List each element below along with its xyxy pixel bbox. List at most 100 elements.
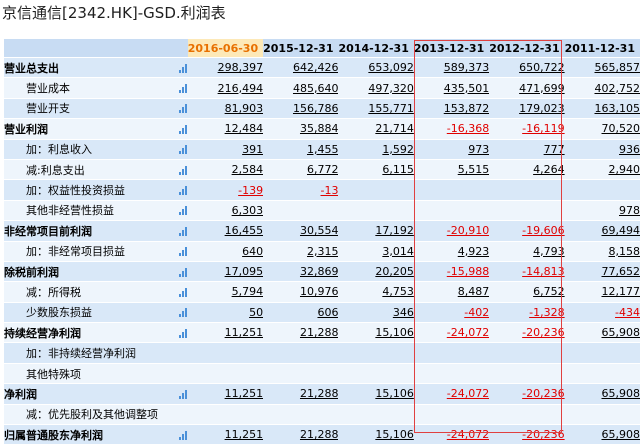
value-link[interactable]: 8,158	[609, 245, 640, 258]
value-link[interactable]: 936	[619, 143, 640, 156]
value-link[interactable]: 4,753	[382, 285, 414, 298]
column-header-2011-12-31[interactable]: 2011-12-31	[565, 39, 640, 58]
value-link[interactable]: -15,988	[447, 265, 489, 278]
value-link[interactable]: 15,106	[375, 326, 414, 339]
column-header-2014-12-31[interactable]: 2014-12-31	[338, 39, 413, 58]
value-link[interactable]: 653,092	[368, 61, 414, 74]
value-link[interactable]: 4,793	[533, 245, 565, 258]
value-link[interactable]: 81,903	[225, 102, 264, 115]
column-header-2013-12-31[interactable]: 2013-12-31	[414, 39, 489, 58]
value-link[interactable]: 15,106	[375, 387, 414, 400]
value-link[interactable]: 640	[242, 245, 263, 258]
value-link[interactable]: 2,584	[232, 163, 264, 176]
value-link[interactable]: 1,592	[382, 143, 414, 156]
value-link[interactable]: 70,520	[602, 122, 640, 135]
bar-chart-icon[interactable]	[179, 84, 188, 93]
value-link[interactable]: 391	[242, 143, 263, 156]
value-link[interactable]: 216,494	[218, 82, 264, 95]
value-link[interactable]: 35,884	[300, 122, 339, 135]
value-link[interactable]: 642,426	[293, 61, 339, 74]
value-link[interactable]: 77,652	[602, 265, 640, 278]
bar-chart-icon[interactable]	[179, 125, 188, 134]
value-link[interactable]: 4,264	[533, 163, 565, 176]
value-link[interactable]: 565,857	[595, 61, 640, 74]
bar-chart-icon[interactable]	[179, 206, 188, 215]
value-link[interactable]: 6,752	[533, 285, 565, 298]
value-link[interactable]: 20,205	[375, 265, 414, 278]
value-link[interactable]: 153,872	[444, 102, 490, 115]
value-link[interactable]: 6,303	[232, 204, 264, 217]
value-link[interactable]: 21,288	[300, 387, 339, 400]
value-link[interactable]: 10,976	[300, 285, 339, 298]
value-link[interactable]: 650,722	[519, 61, 565, 74]
value-link[interactable]: -24,072	[447, 326, 489, 339]
value-link[interactable]: 485,640	[293, 82, 339, 95]
value-link[interactable]: 973	[468, 143, 489, 156]
value-link[interactable]: 179,023	[519, 102, 565, 115]
bar-chart-icon[interactable]	[179, 227, 188, 236]
value-link[interactable]: 777	[544, 143, 565, 156]
value-link[interactable]: 589,373	[444, 61, 490, 74]
value-link[interactable]: 12,484	[225, 122, 264, 135]
value-link[interactable]: 978	[619, 204, 640, 217]
value-link[interactable]: 156,786	[293, 102, 339, 115]
value-link[interactable]: 50	[249, 306, 263, 319]
value-link[interactable]: 6,115	[382, 163, 414, 176]
value-link[interactable]: -20,236	[522, 326, 564, 339]
value-link[interactable]: 606	[317, 306, 338, 319]
value-link[interactable]: -434	[615, 306, 640, 319]
bar-chart-icon[interactable]	[179, 308, 188, 317]
value-link[interactable]: 155,771	[368, 102, 414, 115]
value-link[interactable]: -24,072	[447, 387, 489, 400]
value-link[interactable]: 21,288	[300, 326, 339, 339]
value-link[interactable]: 2,940	[609, 163, 640, 176]
bar-chart-icon[interactable]	[179, 268, 188, 277]
value-link[interactable]: 16,455	[225, 224, 264, 237]
value-link[interactable]: -19,606	[522, 224, 564, 237]
value-link[interactable]: -16,368	[447, 122, 489, 135]
bar-chart-icon[interactable]	[179, 145, 188, 154]
value-link[interactable]: 435,501	[444, 82, 490, 95]
value-link[interactable]: 3,014	[382, 245, 414, 258]
value-link[interactable]: 2,315	[307, 245, 339, 258]
value-link[interactable]: -139	[238, 184, 263, 197]
value-link[interactable]: 5,794	[232, 285, 264, 298]
value-link[interactable]: 11,251	[225, 387, 264, 400]
value-link[interactable]: 12,177	[602, 285, 640, 298]
value-link[interactable]: -20,236	[522, 387, 564, 400]
value-link[interactable]: 402,752	[595, 82, 640, 95]
value-link[interactable]: 163,105	[595, 102, 640, 115]
value-link[interactable]: -13	[321, 184, 339, 197]
bar-chart-icon[interactable]	[179, 166, 188, 175]
value-link[interactable]: 17,095	[225, 265, 264, 278]
bar-chart-icon[interactable]	[179, 104, 188, 113]
value-link[interactable]: 32,869	[300, 265, 339, 278]
value-link[interactable]: 471,699	[519, 82, 565, 95]
value-link[interactable]: -14,813	[522, 265, 564, 278]
bar-chart-icon[interactable]	[179, 390, 188, 399]
value-link[interactable]: 30,554	[300, 224, 339, 237]
value-link[interactable]: 21,714	[375, 122, 414, 135]
bar-chart-icon[interactable]	[179, 247, 188, 256]
column-header-2015-12-31[interactable]: 2015-12-31	[263, 39, 338, 58]
column-header-2012-12-31[interactable]: 2012-12-31	[489, 39, 564, 58]
value-link[interactable]: 346	[393, 306, 414, 319]
value-link[interactable]: 1,455	[307, 143, 339, 156]
value-link[interactable]: 298,397	[218, 61, 264, 74]
value-link[interactable]: -16,119	[522, 122, 564, 135]
value-link[interactable]: -20,910	[447, 224, 489, 237]
value-link[interactable]: 11,251	[225, 326, 264, 339]
bar-chart-icon[interactable]	[179, 431, 188, 440]
value-link[interactable]: 65,908	[602, 387, 640, 400]
value-link[interactable]: 8,487	[458, 285, 490, 298]
column-header-2016-06-30[interactable]: 2016-06-30	[188, 39, 263, 58]
bar-chart-icon[interactable]	[179, 288, 188, 297]
value-link[interactable]: 5,515	[458, 163, 490, 176]
value-link[interactable]: -1,328	[529, 306, 564, 319]
value-link[interactable]: 17,192	[375, 224, 414, 237]
value-link[interactable]: 6,772	[307, 163, 339, 176]
bar-chart-icon[interactable]	[179, 329, 188, 338]
value-link[interactable]: 497,320	[368, 82, 414, 95]
value-link[interactable]: 69,494	[602, 224, 640, 237]
bar-chart-icon[interactable]	[179, 64, 188, 73]
